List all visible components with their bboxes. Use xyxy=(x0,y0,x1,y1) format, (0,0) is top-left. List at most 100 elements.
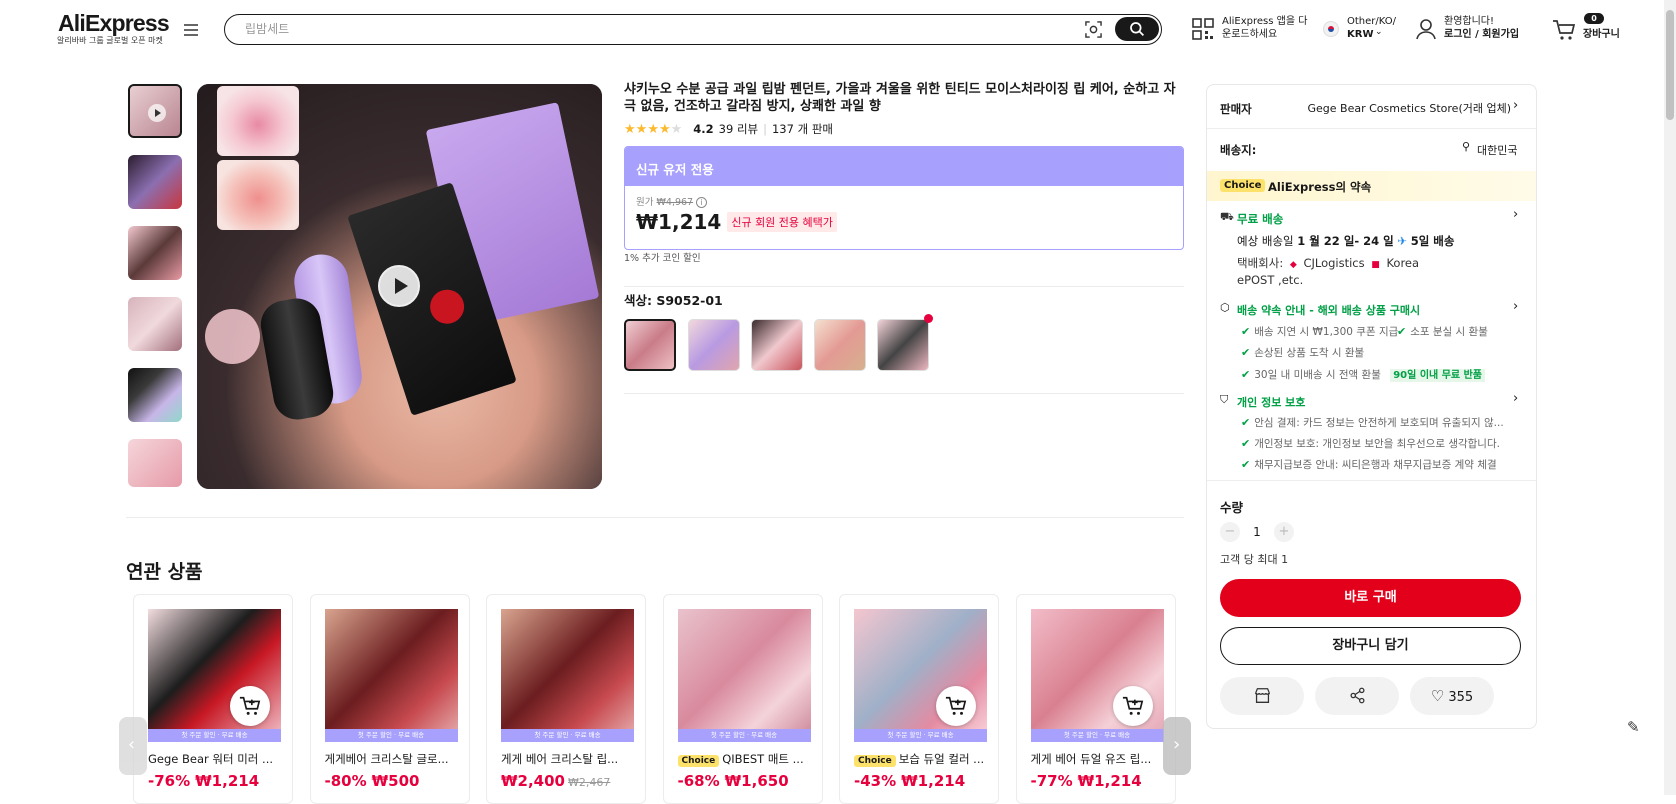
ship-to-label: 배송지: xyxy=(1220,143,1257,157)
promo-band: 첫 주문 할인 · 무료 배송 xyxy=(501,729,634,742)
account-menu[interactable]: 환영합니다! 로그인 / 회원가입 xyxy=(1415,15,1525,43)
carrier-label: 택배회사: xyxy=(1237,256,1284,270)
color-swatch[interactable] xyxy=(624,319,676,371)
gallery-thumb[interactable] xyxy=(128,297,182,351)
main-product-image[interactable] xyxy=(197,84,602,489)
cart-button[interactable]: 0 장바구니 xyxy=(1552,13,1622,43)
related-product-title: 보습 듀얼 컬러 ... xyxy=(898,752,985,766)
ship-to-country[interactable]: 대한민국 xyxy=(1477,142,1517,158)
search-button[interactable] xyxy=(1115,17,1159,41)
user-icon xyxy=(1416,19,1436,40)
related-product-name[interactable]: 게게베어 크리스탈 글로... xyxy=(325,751,465,767)
heart-icon: ♡ xyxy=(1430,687,1445,705)
original-price-label: 원가 xyxy=(636,197,654,208)
chevron-right-icon: › xyxy=(1513,299,1519,314)
star-icon: ★ xyxy=(647,122,659,137)
decrease-quantity-button[interactable]: − xyxy=(1220,522,1240,542)
cj-logo-icon: ◆ xyxy=(1289,260,1297,270)
related-product-card[interactable]: 첫 주문 할인 · 무료 배송 Choice 보습 듀얼 컬러 ... -43% ₩1,… xyxy=(839,594,999,804)
related-product-title: 게게베어 크리스탈 글로... xyxy=(324,752,449,766)
related-product-card[interactable]: 첫 주문 할인 · 무료 배송 Gege Bear 워터 미러 ... -76% ₩1… xyxy=(133,594,293,804)
related-product-card[interactable]: 첫 주문 할인 · 무료 배송 게게베어 크리스탈 글로... -80% ₩500 xyxy=(309,594,470,804)
review-count-link[interactable]: 39 리뷰 xyxy=(719,121,758,137)
info-icon[interactable]: i xyxy=(696,197,708,208)
related-product-image[interactable] xyxy=(324,609,458,742)
carrier-row: 택배회사: ◆ CJLogistics ■ Korea xyxy=(1237,255,1419,271)
lip-closeup-1 xyxy=(217,86,299,156)
store-icon xyxy=(1254,688,1270,703)
choice-badge: Choice xyxy=(1220,179,1266,192)
check-icon: ✔ xyxy=(1397,325,1407,338)
guarantee-text: 배송 지연 시 ₩1,300 쿠폰 지급 xyxy=(1254,326,1399,338)
related-product-title: QIBEST 매트 ... xyxy=(722,752,804,766)
add-to-cart-icon-button[interactable] xyxy=(230,686,270,726)
related-product-image[interactable] xyxy=(677,609,811,742)
cart-plus-icon xyxy=(1122,696,1143,715)
guarantee-item: ✔ 배송 지연 시 ₩1,300 쿠폰 지급 xyxy=(1241,324,1398,339)
related-product-card[interactable]: 첫 주문 할인 · 무료 배송 Choice QIBEST 매트 ... -68% ₩1… xyxy=(662,594,823,804)
gallery-thumb[interactable] xyxy=(128,155,182,209)
quantity-value[interactable]: 1 xyxy=(1247,522,1267,542)
add-to-cart-icon-button[interactable] xyxy=(1112,686,1153,726)
scrollbar-thumb[interactable] xyxy=(1666,10,1674,120)
share-button[interactable] xyxy=(1315,677,1399,715)
chevron-down-icon: ⌄ xyxy=(1375,27,1383,37)
increase-quantity-button[interactable]: + xyxy=(1274,522,1294,542)
color-swatch[interactable] xyxy=(751,319,803,371)
carousel-next-button[interactable]: › xyxy=(1163,717,1191,775)
discount-percent: -76% xyxy=(148,772,191,790)
gallery-thumb[interactable] xyxy=(128,84,182,138)
add-to-cart-button[interactable]: 장바구니 담기 xyxy=(1220,627,1521,665)
related-product-name[interactable]: Gege Bear 워터 미러 ... xyxy=(148,751,288,767)
related-product-name[interactable]: Choice QIBEST 매트 ... xyxy=(677,751,818,767)
wishlist-button[interactable]: ♡ 355 xyxy=(1410,677,1494,715)
related-product-name[interactable]: 게게 베어 크리스탈 립... xyxy=(501,751,641,767)
app-download-line1: AliExpress 앱을 다 xyxy=(1222,16,1308,27)
play-video-button[interactable] xyxy=(378,265,420,307)
privacy-text: 채무지급보증 안내: 씨티은행과 채무지급보증 계약 체결 xyxy=(1254,459,1497,471)
star-icon: ★ xyxy=(670,122,683,137)
related-product-card[interactable]: 첫 주문 할인 · 무료 배송 게게 베어 크리스탈 립... ₩2,400 ₩2,4… xyxy=(486,594,646,804)
gallery-thumb[interactable] xyxy=(128,368,182,422)
region-selector[interactable]: Other/KO/ KRW ⌄ xyxy=(1323,15,1403,43)
guarantee-text: 손상된 상품 도착 시 환불 xyxy=(1254,347,1365,359)
app-download[interactable]: AliExpress 앱을 다 운로드하세요 xyxy=(1192,15,1312,43)
color-swatch[interactable] xyxy=(877,319,929,371)
related-product-card[interactable]: 첫 주문 할인 · 무료 배송 게게 베어 듀얼 유즈 립... -77% ₩1,21… xyxy=(1015,594,1176,804)
eta-row: 예상 배송일 1 월 22 일- 24 일 ✈ 5일 배송 xyxy=(1237,233,1454,249)
related-product-name[interactable]: Choice 보습 듀얼 컬러 ... xyxy=(854,751,994,767)
menu-icon[interactable] xyxy=(184,24,198,36)
buy-now-button[interactable]: 바로 구매 xyxy=(1220,579,1521,617)
search-input[interactable] xyxy=(245,20,1045,38)
related-product-title: 게게 베어 듀얼 유즈 립... xyxy=(1030,752,1152,766)
seller-name-link[interactable]: Gege Bear Cosmetics Store(거래 업체) xyxy=(1301,100,1511,116)
color-swatch[interactable] xyxy=(688,319,740,371)
divider xyxy=(1207,480,1536,481)
rating-stars: ★★★★★ xyxy=(624,122,682,136)
related-product-image[interactable] xyxy=(501,609,634,742)
choice-banner: Choice AliExpress의 약속 xyxy=(1207,171,1536,201)
carousel-prev-button[interactable]: ‹ xyxy=(119,717,147,775)
check-icon: ✔ xyxy=(1241,325,1251,338)
image-search-icon[interactable] xyxy=(1085,21,1102,38)
promo-band: 첫 주문 할인 · 무료 배송 xyxy=(677,729,811,742)
sale-price: ₩1,214 xyxy=(195,772,260,790)
add-to-cart-icon-button[interactable] xyxy=(936,686,976,726)
privacy-item: ✔ 개인정보 보호: 개인정보 보안을 최우선으로 생각합니다. xyxy=(1241,436,1500,451)
cart-plus-icon xyxy=(945,696,967,715)
gallery-thumb[interactable] xyxy=(128,439,182,487)
current-price: ₩1,214 xyxy=(636,210,722,234)
chevron-left-icon: ‹ xyxy=(128,734,136,755)
login-signup-link[interactable]: 로그인 / 회원가입 xyxy=(1444,28,1519,41)
gallery-thumb[interactable] xyxy=(128,226,182,280)
eta-prefix: 예상 배송일 xyxy=(1237,234,1294,248)
color-swatch[interactable] xyxy=(814,319,866,371)
store-button[interactable] xyxy=(1220,677,1304,715)
feedback-edit-button[interactable]: ✎ xyxy=(1627,717,1655,745)
location-pin-icon: ⚲ xyxy=(1462,140,1471,153)
aliexpress-logo[interactable]: AliExpress xyxy=(58,10,170,37)
eta-dates: 1 월 22 일- 24 일 xyxy=(1297,234,1394,248)
related-product-name[interactable]: 게게 베어 듀얼 유즈 립... xyxy=(1031,751,1171,767)
sale-price: ₩1,650 xyxy=(724,772,789,790)
plane-icon: ✈ xyxy=(1397,234,1408,248)
